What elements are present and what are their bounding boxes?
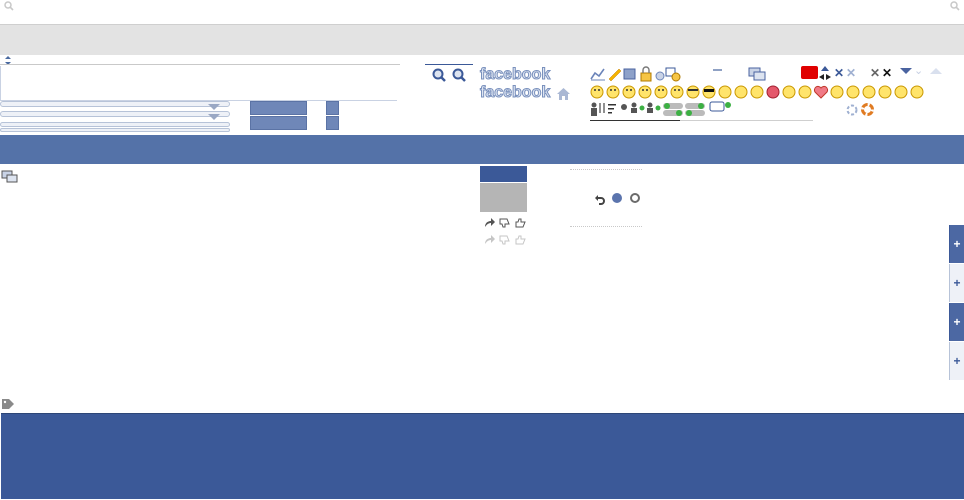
thumb-down-icon xyxy=(499,232,510,250)
side-tab-expand[interactable]: + xyxy=(949,303,964,341)
triangle-up-icon[interactable] xyxy=(930,68,942,74)
dotted-divider xyxy=(570,226,642,228)
undo-arrow-icon[interactable] xyxy=(595,192,605,210)
side-tab-expand[interactable]: + xyxy=(949,225,964,263)
triangle-down-icon[interactable] xyxy=(900,68,912,74)
red-flag-icon[interactable] xyxy=(801,66,818,79)
close-icon[interactable]: ✕ xyxy=(834,67,844,79)
plus-icon: + xyxy=(953,354,961,368)
radio-unselected[interactable] xyxy=(630,193,640,203)
radio-selected[interactable] xyxy=(612,193,622,203)
plus-icon: + xyxy=(953,315,961,329)
emoticon-strip xyxy=(590,84,930,100)
side-tab-expand[interactable]: + xyxy=(949,264,964,302)
select-box[interactable] xyxy=(0,122,230,127)
close-icon[interactable]: ✕ xyxy=(882,67,892,79)
text-area[interactable] xyxy=(0,66,397,101)
small-blue-button[interactable] xyxy=(326,101,339,115)
chevron-down-icon[interactable]: ⌄ xyxy=(914,66,923,77)
home-icon[interactable] xyxy=(557,87,570,105)
tag-icon[interactable] xyxy=(2,396,14,414)
dotted-divider xyxy=(570,169,642,171)
thumb-down-icon[interactable] xyxy=(499,215,510,233)
magnifier-plus-icon[interactable] xyxy=(432,68,446,87)
spinner-icon xyxy=(846,103,858,121)
select-box[interactable] xyxy=(0,101,230,107)
status-icon-strip xyxy=(590,101,740,117)
plus-icon: + xyxy=(953,237,961,251)
magnifier-minus-icon[interactable] xyxy=(452,68,466,87)
share-arrow-icon[interactable] xyxy=(484,215,495,233)
footer-panel xyxy=(1,413,964,499)
select-box[interactable] xyxy=(0,111,230,117)
lifebuoy-icon xyxy=(861,103,874,121)
chevron-down-icon xyxy=(208,104,220,110)
divider xyxy=(0,64,400,65)
minus-icon[interactable] xyxy=(713,69,722,71)
top-search-bar[interactable] xyxy=(0,0,964,25)
color-swatch xyxy=(480,166,527,182)
select-box[interactable] xyxy=(0,128,230,132)
close-icon[interactable]: ✕ xyxy=(870,67,880,79)
chat-bubbles-icon[interactable] xyxy=(1,170,18,189)
thumb-up-icon[interactable] xyxy=(515,215,526,233)
chevron-down-icon xyxy=(208,114,220,120)
blue-button[interactable] xyxy=(250,116,307,130)
search-icon[interactable] xyxy=(4,1,14,11)
small-blue-button[interactable] xyxy=(326,116,339,130)
divider xyxy=(425,64,473,65)
facebook-logo: facebook xyxy=(479,66,551,84)
blue-button[interactable] xyxy=(250,101,307,115)
search-icon[interactable] xyxy=(950,1,960,11)
facebook-logo: facebook xyxy=(479,84,551,102)
share-arrow-icon xyxy=(484,232,495,250)
toolbar-icon-strip xyxy=(590,66,690,82)
close-icon[interactable]: ✕ xyxy=(846,67,856,79)
grey-header-band xyxy=(0,25,964,55)
thumb-up-icon xyxy=(515,232,526,250)
plus-icon: + xyxy=(953,276,961,290)
blue-header-bar xyxy=(0,135,964,164)
color-swatch xyxy=(480,183,527,212)
divider xyxy=(680,120,813,121)
divider xyxy=(590,120,680,121)
side-tab-expand[interactable]: + xyxy=(949,342,964,380)
